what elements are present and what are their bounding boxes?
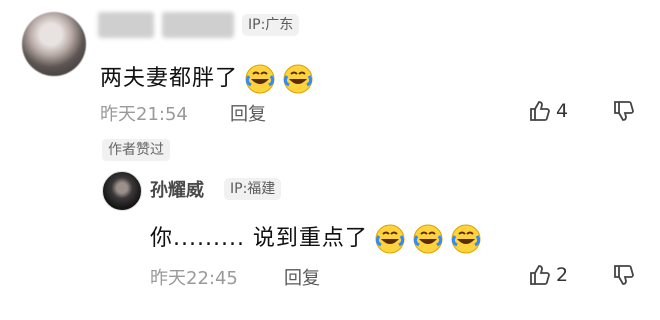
thumbs-up-icon[interactable]: [528, 99, 552, 127]
commenter-avatar[interactable]: [22, 12, 86, 76]
comment-time: 昨天21:54: [100, 104, 188, 125]
laughing-crying-emoji-icon: [374, 223, 406, 255]
laughing-crying-emoji-icon: [412, 223, 444, 255]
reply-ip-tag: IP:福建: [224, 178, 282, 200]
laughing-crying-emoji-icon: [282, 63, 314, 95]
reply-like-count: 2: [556, 264, 569, 286]
comment-text-body: 两夫妻都胖了: [100, 66, 239, 91]
author-liked-badge: 作者赞过: [102, 139, 170, 161]
reply-author-name[interactable]: 孙耀威: [150, 176, 204, 202]
thumbs-up-icon[interactable]: [528, 263, 552, 291]
reply-text-body: 你......... 说到重点了: [150, 226, 368, 251]
laughing-crying-emoji-icon: [450, 223, 482, 255]
thumbs-down-icon[interactable]: [612, 263, 636, 291]
commenter-ip-tag: IP:广东: [242, 14, 300, 36]
comment-text: 两夫妻都胖了: [100, 60, 314, 95]
reply-text: 你......... 说到重点了: [150, 220, 482, 255]
commenter-name-blurred[interactable]: [98, 12, 154, 38]
commenter-name-blurred-part[interactable]: [162, 12, 234, 38]
comment-reply-button[interactable]: 回复: [230, 100, 266, 126]
reply-author-avatar[interactable]: [102, 171, 142, 211]
reply-reply-button[interactable]: 回复: [284, 264, 320, 290]
thumbs-down-icon[interactable]: [612, 99, 636, 127]
comment-like-count: 4: [556, 100, 569, 122]
laughing-crying-emoji-icon: [244, 63, 276, 95]
reply-time: 昨天22:45: [150, 268, 238, 289]
